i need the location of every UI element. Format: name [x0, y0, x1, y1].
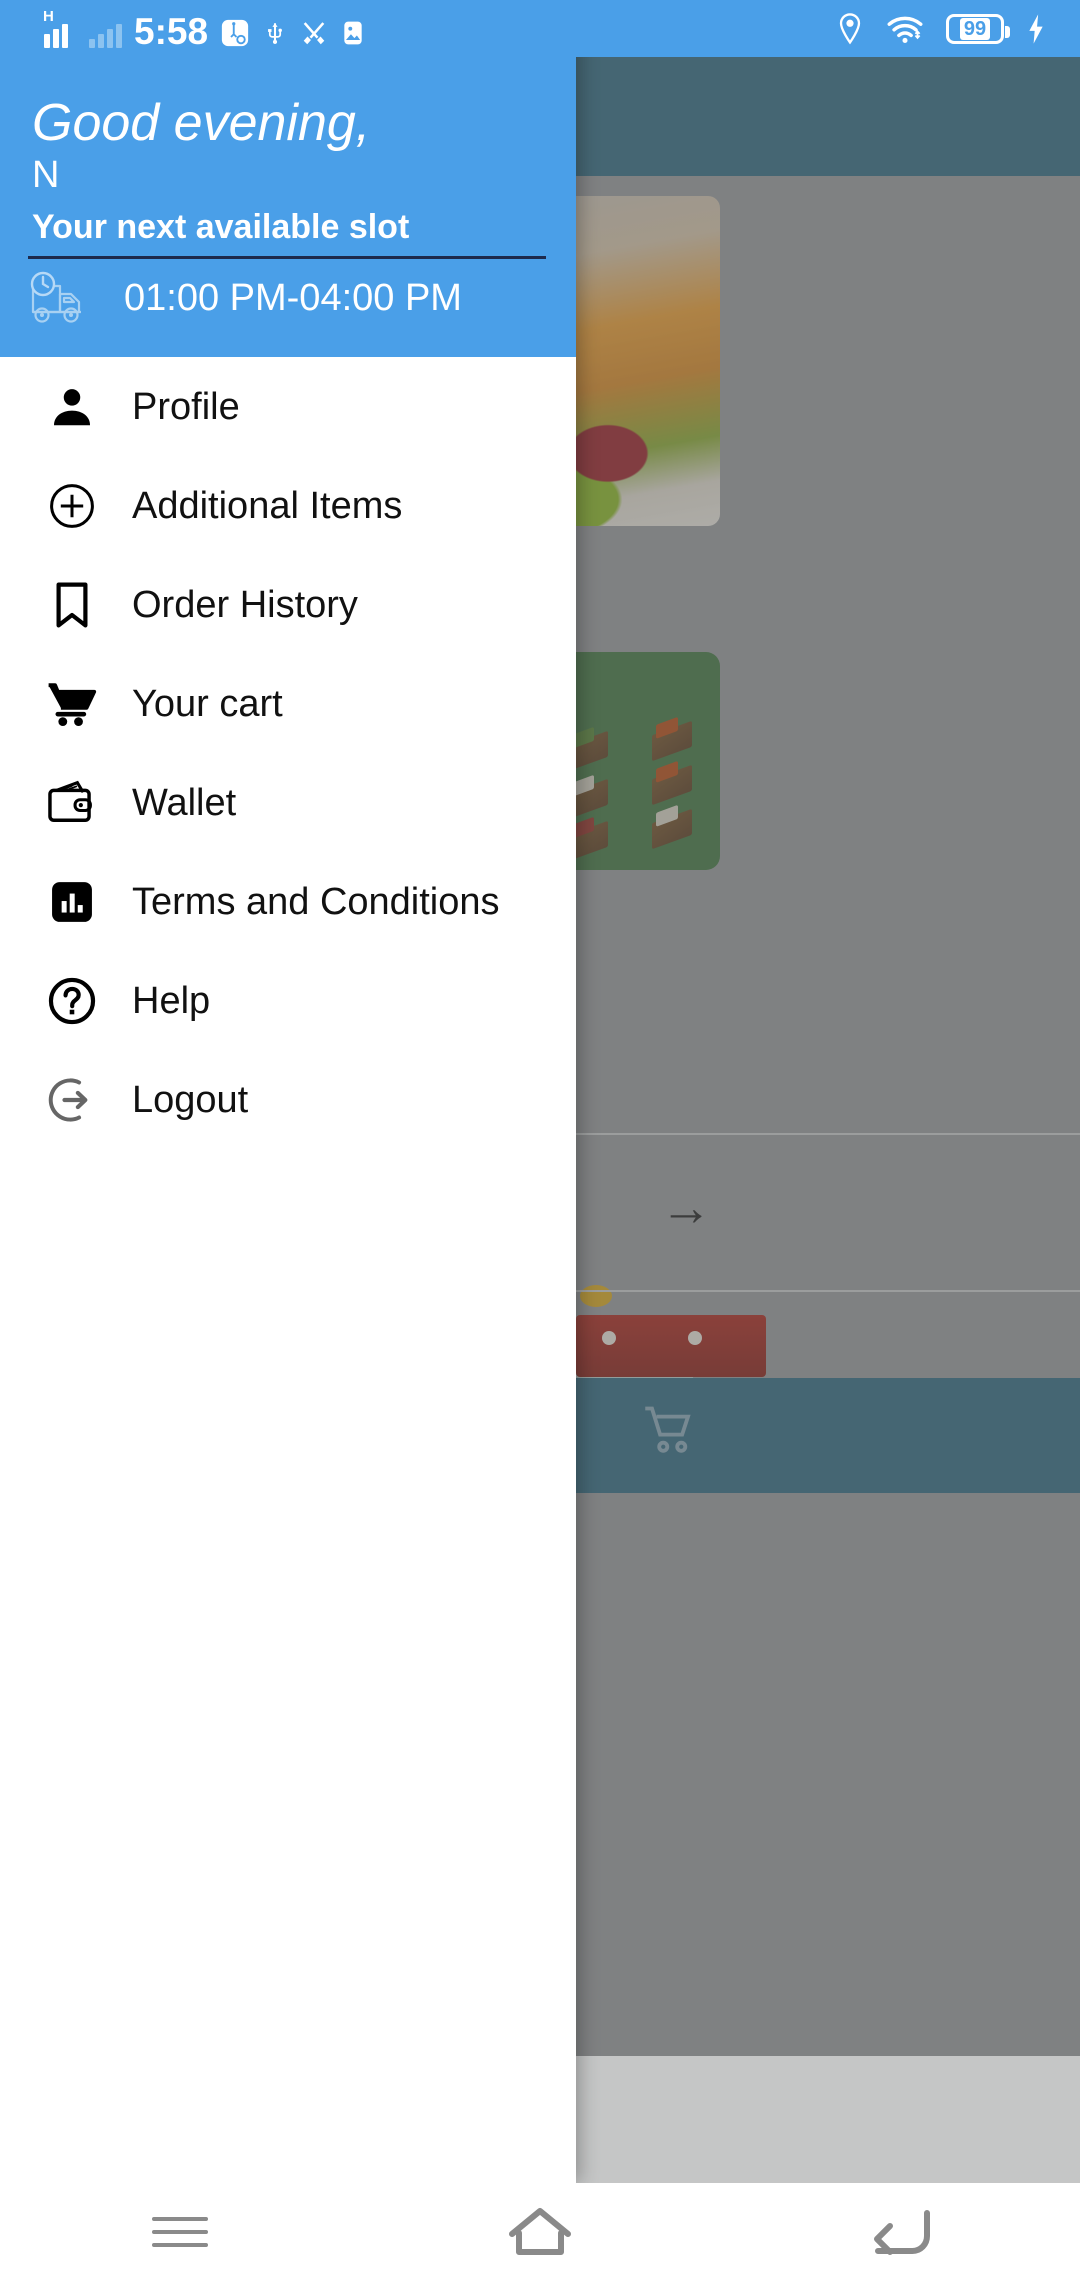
- user-name: N: [32, 154, 60, 196]
- network-type-label: H: [43, 7, 54, 25]
- header-divider: [28, 256, 546, 259]
- system-navigation-bar: [0, 2183, 1080, 2280]
- developer-tools-icon: [303, 21, 325, 44]
- nav-home-button[interactable]: [480, 2183, 600, 2280]
- signal-bars-icon: H: [43, 9, 77, 48]
- next-slot-row: 01:00 PM-04:00 PM: [28, 268, 462, 328]
- menu-item-wallet[interactable]: Wallet: [0, 753, 576, 852]
- location-icon: [839, 12, 861, 44]
- signal-bars-secondary-icon: [89, 22, 122, 48]
- status-bar-left: H 5:58: [43, 9, 366, 52]
- charging-bolt-icon: [1029, 13, 1043, 44]
- menu-item-help[interactable]: Help: [0, 951, 576, 1050]
- nav-back-button[interactable]: [840, 2183, 960, 2280]
- menu-recents-icon: [152, 2208, 208, 2256]
- bookmark-icon: [46, 579, 98, 631]
- delivery-truck-clock-icon: [30, 271, 81, 323]
- usb-debug-icon: [221, 19, 249, 46]
- battery-icon: 99: [946, 13, 1010, 44]
- menu-item-label: Wallet: [132, 781, 237, 824]
- menu-item-terms-and-conditions[interactable]: Terms and Conditions: [0, 852, 576, 951]
- menu-item-additional-items[interactable]: Additional Items: [0, 456, 576, 555]
- document-chart-icon: [46, 876, 98, 928]
- next-slot-label: Your next available slot: [32, 208, 410, 246]
- menu-item-label: Profile: [132, 385, 240, 428]
- greeting-text: Good evening,: [32, 94, 371, 152]
- wallet-icon: [46, 777, 98, 829]
- next-slot-time: 01:00 PM-04:00 PM: [124, 277, 462, 319]
- status-bar: H 5:58 99: [0, 0, 1080, 57]
- menu-item-order-history[interactable]: Order History: [0, 555, 576, 654]
- menu-item-label: Logout: [132, 1078, 249, 1121]
- menu-item-logout[interactable]: Logout: [0, 1050, 576, 1149]
- shopping-cart-icon: [46, 678, 98, 730]
- menu-item-your-cart[interactable]: Your cart: [0, 654, 576, 753]
- person-icon: [46, 381, 98, 433]
- wifi-icon: [887, 16, 923, 43]
- usb-icon: [268, 22, 282, 44]
- menu-item-profile[interactable]: Profile: [0, 357, 576, 456]
- nav-recents-button[interactable]: [120, 2183, 240, 2280]
- logout-arrow-icon: [46, 1074, 98, 1126]
- status-bar-right: 99: [836, 0, 1046, 57]
- question-circle-icon: [46, 975, 98, 1027]
- status-bar-clock: 5:58: [134, 10, 209, 52]
- battery-level-label: 99: [959, 17, 991, 40]
- home-icon: [509, 2207, 571, 2255]
- menu-item-label: Additional Items: [132, 484, 403, 527]
- drawer-menu: Profile Additional Items Order History Y…: [0, 357, 576, 1149]
- menu-item-label: Terms and Conditions: [132, 880, 500, 923]
- menu-item-label: Your cart: [132, 682, 283, 725]
- menu-item-label: Help: [132, 979, 211, 1022]
- menu-item-label: Order History: [132, 583, 358, 626]
- back-icon: [874, 2209, 930, 2255]
- navigation-drawer: Good evening, N Your next available slot…: [0, 0, 576, 2183]
- screenshot-icon: [344, 21, 362, 44]
- plus-circle-icon: [46, 480, 98, 532]
